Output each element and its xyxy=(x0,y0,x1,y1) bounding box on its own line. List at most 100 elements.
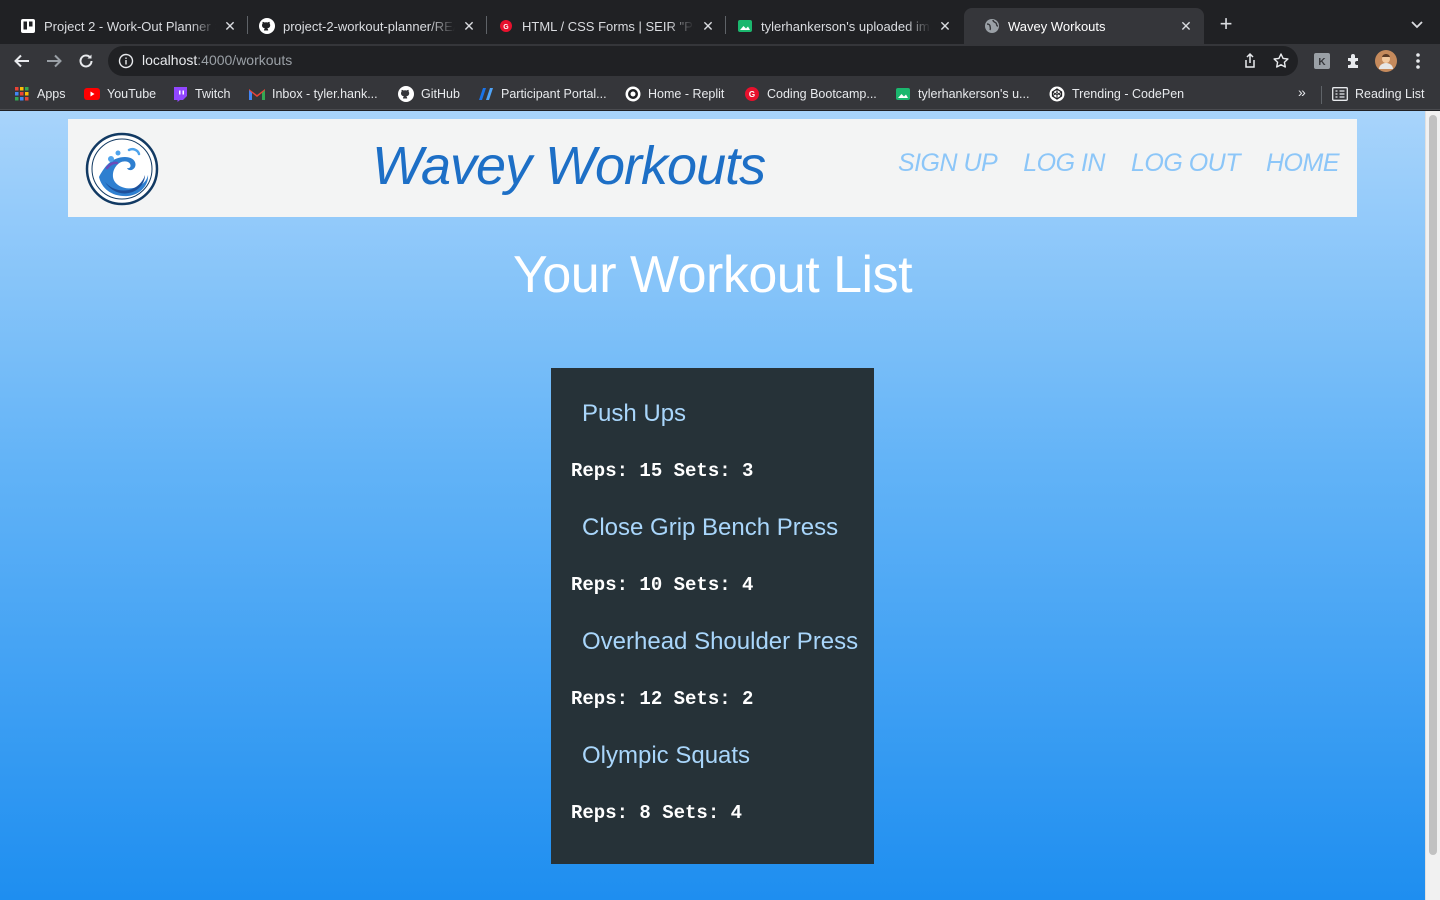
back-button[interactable] xyxy=(9,48,35,74)
bookmark-twitch[interactable]: Twitch xyxy=(172,84,230,104)
address-bar[interactable]: localhost:4000/workouts xyxy=(108,46,1298,76)
workout-name-link[interactable]: Close Grip Bench Press xyxy=(551,510,874,568)
bookmark-github[interactable]: GitHub xyxy=(398,84,460,104)
workout-reps-sets: Reps: 15 Sets: 3 xyxy=(571,460,754,482)
site-header: Wavey Workouts SIGN UP LOG IN LOG OUT HO… xyxy=(68,119,1357,217)
back-arrow-icon xyxy=(14,54,29,68)
page-title: Your Workout List xyxy=(512,246,913,304)
svg-text:K: K xyxy=(1318,57,1326,68)
site-info-icon[interactable] xyxy=(118,53,134,69)
ga-icon: G xyxy=(498,18,514,34)
reload-icon xyxy=(79,54,93,68)
tab-project-2[interactable]: Project 2 - Work-Out Planner S ✕ xyxy=(0,8,248,44)
scrollbar-thumb[interactable] xyxy=(1429,115,1437,855)
bookmark-youtube[interactable]: YouTube xyxy=(84,84,156,104)
browser-toolbar: localhost:4000/workouts K xyxy=(0,44,1440,78)
browser-tab-strip: Project 2 - Work-Out Planner S ✕ project… xyxy=(0,0,1440,44)
forward-button[interactable] xyxy=(41,48,67,74)
youtube-icon xyxy=(84,86,100,102)
workout-reps-sets: Reps: 12 Sets: 2 xyxy=(571,688,754,710)
svg-text:G: G xyxy=(749,90,755,99)
reload-button[interactable] xyxy=(73,48,99,74)
bookmark-label: Participant Portal... xyxy=(501,87,607,101)
bookmark-label: YouTube xyxy=(107,87,157,101)
workout-reps-sets: Reps: 10 Sets: 4 xyxy=(571,574,754,596)
workout-name-link[interactable]: Push Ups xyxy=(551,396,874,454)
tab-search-icon[interactable] xyxy=(1406,14,1428,36)
svg-text:G: G xyxy=(503,24,509,31)
tab-title: Wavey Workouts xyxy=(1008,18,1106,34)
gmail-icon xyxy=(249,86,265,102)
reading-list-label: Reading List xyxy=(1355,87,1425,101)
site-brand-title[interactable]: Wavey Workouts xyxy=(372,135,766,197)
bookmark-codepen[interactable]: Trending - CodePen xyxy=(1049,84,1184,104)
address-url: localhost:4000/workouts xyxy=(142,52,292,68)
tab-github-readme[interactable]: project-2-workout-planner/REA ✕ xyxy=(239,8,487,44)
workout-reps-sets: Reps: 8 Sets: 4 xyxy=(571,802,743,824)
nav-home-link[interactable]: HOME xyxy=(1266,149,1340,178)
bookmark-coding-bootcamp[interactable]: G Coding Bootcamp... xyxy=(744,84,877,104)
workout-item: Push Ups Reps: 15 Sets: 3 xyxy=(551,396,874,510)
forward-arrow-icon xyxy=(47,54,62,68)
portal-icon xyxy=(478,86,494,102)
github-icon xyxy=(398,86,414,102)
bookmark-label: Trending - CodePen xyxy=(1072,87,1185,101)
url-host: localhost xyxy=(142,52,198,68)
tab-title: Project 2 - Work-Out Planner S xyxy=(44,18,216,34)
bookmark-star-icon[interactable] xyxy=(1272,52,1290,70)
tab-wavey-workouts[interactable]: Wavey Workouts ✕ xyxy=(964,8,1204,44)
apps-grid-icon xyxy=(14,86,30,102)
page-viewport: Wavey Workouts SIGN UP LOG IN LOG OUT HO… xyxy=(0,111,1425,900)
site-nav: SIGN UP LOG IN LOG OUT HOME xyxy=(898,149,1340,178)
wave-logo-icon[interactable] xyxy=(78,127,166,211)
more-bookmarks-button[interactable]: » xyxy=(1298,84,1306,100)
share-icon[interactable] xyxy=(1241,52,1259,70)
codepen-icon xyxy=(1049,86,1065,102)
new-tab-button[interactable]: + xyxy=(1214,13,1238,37)
bookmark-replit[interactable]: Home - Replit xyxy=(625,84,724,104)
bookmark-label: Twitch xyxy=(195,87,231,101)
github-icon xyxy=(259,18,275,34)
globe-icon xyxy=(984,18,1000,34)
workout-name-link[interactable]: Olympic Squats xyxy=(551,738,874,796)
bookmark-label: GitHub xyxy=(421,87,460,101)
workout-item: Olympic Squats Reps: 8 Sets: 4 xyxy=(551,738,874,852)
extensions-puzzle-icon[interactable] xyxy=(1343,50,1365,72)
reading-list-icon xyxy=(1332,86,1348,102)
extension-k-icon[interactable]: K xyxy=(1311,50,1333,72)
bookmark-label: tylerhankerson's u... xyxy=(918,87,1030,101)
tab-html-css-forms[interactable]: G HTML / CSS Forms | SEIR "Pers ✕ xyxy=(478,8,726,44)
replit-icon xyxy=(625,86,641,102)
bookmark-label: Home - Replit xyxy=(648,87,725,101)
imgur-icon xyxy=(895,86,911,102)
close-icon[interactable]: ✕ xyxy=(1178,18,1194,34)
tab-title: HTML / CSS Forms | SEIR "Pers xyxy=(522,18,694,34)
workout-item: Close Grip Bench Press Reps: 10 Sets: 4 xyxy=(551,510,874,624)
bookmark-gmail-inbox[interactable]: Inbox - tyler.hank... xyxy=(249,84,378,104)
trello-icon xyxy=(20,18,36,34)
tab-title: project-2-workout-planner/REA xyxy=(283,18,455,34)
bookmark-imgur[interactable]: tylerhankerson's u... xyxy=(895,84,1029,104)
twitch-icon xyxy=(172,86,188,102)
browser-menu-icon[interactable] xyxy=(1407,50,1429,72)
close-icon[interactable]: ✕ xyxy=(461,18,477,34)
tab-imgur[interactable]: tylerhankerson's uploaded ima ✕ xyxy=(717,8,963,44)
page-scrollbar[interactable] xyxy=(1425,111,1440,900)
bookmark-apps[interactable]: Apps xyxy=(14,84,66,104)
close-icon[interactable]: ✕ xyxy=(222,18,238,34)
bookmarks-bar: Apps YouTube Twitch Inbox - tyler.hank..… xyxy=(0,78,1440,110)
nav-log-out-link[interactable]: LOG OUT xyxy=(1131,149,1241,178)
reading-list-button[interactable]: Reading List xyxy=(1332,84,1425,104)
bookmark-participant-portal[interactable]: Participant Portal... xyxy=(478,84,607,104)
bookmark-label: Inbox - tyler.hank... xyxy=(272,87,378,101)
url-path: :4000/workouts xyxy=(197,52,293,68)
nav-sign-up-link[interactable]: SIGN UP xyxy=(898,149,998,178)
bookmark-label: Apps xyxy=(37,87,66,101)
nav-log-in-link[interactable]: LOG IN xyxy=(1023,149,1105,178)
workout-name-link[interactable]: Overhead Shoulder Press xyxy=(551,624,874,682)
close-icon[interactable]: ✕ xyxy=(700,18,716,34)
ga-icon: G xyxy=(744,86,760,102)
close-icon[interactable]: ✕ xyxy=(937,18,953,34)
workout-item: Overhead Shoulder Press Reps: 12 Sets: 2 xyxy=(551,624,874,738)
profile-avatar[interactable] xyxy=(1375,50,1397,72)
